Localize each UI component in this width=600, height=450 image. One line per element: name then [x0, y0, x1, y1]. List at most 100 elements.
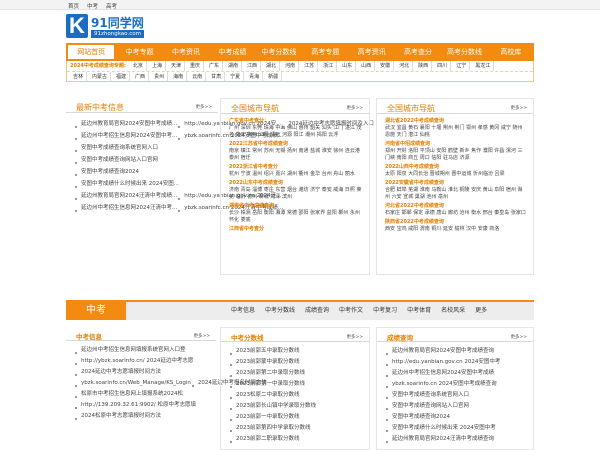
nav-item[interactable]: 高考专题 — [302, 43, 348, 61]
list-item[interactable]: 延边州教育局官网2024安图中考成绩... — [74, 121, 177, 127]
city-group-links[interactable]: 杭州 宁波 温州 绍兴 嘉兴 湖州 衢州 金华 台州 舟山 丽水 — [229, 171, 363, 178]
more-link[interactable]: 更多>> — [195, 104, 212, 110]
city-group-title[interactable]: 2022江苏省中考成绩查询 — [229, 141, 363, 148]
region-link[interactable]: 天津 — [168, 61, 185, 71]
nav-item[interactable]: 高考分数线 — [441, 43, 487, 61]
more-link[interactable]: 更多>> — [346, 105, 363, 111]
region-link[interactable]: 广西 — [132, 72, 150, 81]
city-group-title[interactable]: 河北省2022中考成绩查询 — [385, 203, 527, 210]
list-item[interactable]: 延边州中考招生信息网2024汪清中考... — [74, 205, 177, 211]
region-link[interactable]: 河北 — [396, 61, 414, 71]
nav-item[interactable]: 网站首页 — [67, 44, 116, 60]
list-item[interactable]: 安图中考成绩什么时候出来 2024安图... — [74, 181, 179, 187]
list-item[interactable]: 延边州教育局官网2024汪清中考成绩... — [74, 193, 177, 199]
more-link[interactable]: 更多>> — [193, 333, 210, 339]
region-link[interactable]: 广东 — [206, 61, 223, 71]
city-group-links[interactable]: 石家庄 邯郸 保定 承德 唐山 廊坊 沧州 衡水 邢台 秦皇岛 张家口 — [385, 210, 527, 217]
nav-item[interactable]: 中考专题 — [116, 43, 162, 61]
region-link[interactable]: 山西 — [358, 61, 376, 71]
section-tab[interactable]: 中考体育 — [407, 302, 431, 320]
list-item[interactable]: 2023松原二中录取分数线 — [229, 392, 300, 398]
site-logo[interactable]: K 91同学网 91zhongkao.com — [66, 14, 161, 40]
region-link[interactable]: 福建 — [113, 72, 131, 81]
list-item[interactable]: 延边州中考招生信息网2024安图中考... — [74, 133, 177, 139]
list-item[interactable]: 2023前郭第一中录取分数线 — [229, 381, 305, 387]
region-link[interactable]: 甘肃 — [208, 72, 226, 81]
region-link[interactable]: 黑龙江 — [472, 61, 495, 71]
city-group-links[interactable]: 广州 深圳 东莞 珠海 中山 佛山 惠州 韶关 汕头 江门 湛江 茂名 肇庆 梅… — [229, 125, 363, 139]
section-tab[interactable]: 中考作文 — [339, 302, 363, 320]
section-tab[interactable]: 成绩查询 — [305, 302, 329, 320]
region-link[interactable]: 青海 — [246, 72, 264, 81]
city-group-links[interactable]: 郑州 开封 洛阳 平顶山 安阳 鹤壁 新乡 焦作 濮阳 许昌 漯河 三门峡 南阳… — [385, 148, 527, 162]
city-group-links[interactable]: 南京 镇江 常州 苏州 无锡 扬州 南通 盐城 淮安 徐州 连云港 泰州 宿迁 — [229, 148, 363, 162]
list-item[interactable]: 延边州中考招生信息网2024安图中考成绩 — [385, 370, 494, 376]
city-group-title[interactable]: 湖南省中考成绩查询 — [229, 203, 363, 210]
top-link-zhongkao[interactable]: 中考 — [87, 2, 98, 10]
region-link[interactable]: 安徽 — [377, 61, 395, 71]
city-group-title[interactable]: 湖北省2022中考成绩查询 — [385, 118, 527, 125]
city-group-title[interactable]: 广东省中考查分： — [229, 118, 363, 125]
nav-item[interactable]: 中考成绩 — [209, 43, 255, 61]
list-item[interactable]: 安图中考成绩查询系统官网入口 — [385, 392, 469, 398]
city-group-links[interactable]: 合肥 蚌埠 芜湖 淮南 马鞍山 淮北 铜陵 安庆 黄山 阜阳 宿州 滁州 六安 … — [385, 187, 527, 201]
list-item[interactable]: 松原市中考招生信息网上填报系统2024松 — [74, 391, 183, 397]
list-item[interactable]: http://139.209.32.61:9902/ 松原中考志愿填 — [74, 402, 196, 408]
list-item[interactable]: 安图中考成绩查询网站入口官网 — [385, 403, 469, 409]
city-group-title[interactable]: 2022浙江省中考查分 — [229, 164, 363, 171]
region-link[interactable]: 内蒙古 — [89, 72, 112, 81]
nav-item[interactable]: 高考查分 — [395, 43, 441, 61]
list-item[interactable]: 安图中考成绩什么时候出来 2024安图中考 — [385, 425, 496, 431]
region-link[interactable]: 四川 — [434, 61, 452, 71]
region-link[interactable]: 山东 — [339, 61, 357, 71]
city-group-links[interactable]: 长沙 株洲 岳阳 衡阳 湘潭 常德 邵阳 张家界 益阳 郴州 永州 怀化 娄底 — [229, 210, 363, 224]
region-link[interactable]: 上海 — [149, 61, 166, 71]
list-item[interactable]: 2024松原中考志愿填报时间方法 — [74, 413, 161, 419]
region-link[interactable]: 河南 — [282, 61, 300, 71]
city-group-title[interactable]: 2022山西中考成绩查询 — [385, 164, 527, 171]
city-group-title[interactable]: 河南省中招成绩查询 — [385, 141, 527, 148]
city-group-links[interactable]: 济南 青岛 淄博 枣庄 东营 烟台 潍坊 济宁 泰安 威海 日照 莱芜 临沂 德… — [229, 187, 363, 201]
region-link[interactable]: 江苏 — [301, 61, 319, 71]
city-group-title[interactable]: 2022山东中考成绩查询 — [229, 180, 363, 187]
list-item[interactable]: 2023前郭长山镇中学录取分数线 — [229, 403, 316, 409]
list-item[interactable]: 延边州教育局官网2024汪清中考成绩查询 — [385, 436, 494, 442]
list-item[interactable]: 延边州教育局官网2024安图中考成绩查询 — [385, 348, 494, 354]
list-item[interactable]: 2023前郭二职录取分数线 — [229, 436, 300, 442]
more-link[interactable]: 更多>> — [510, 334, 527, 340]
section-tab[interactable]: 中考信息 — [231, 302, 255, 320]
list-item[interactable]: 2023前郭蒙中录取分数线 — [229, 359, 300, 365]
region-link[interactable]: 海南 — [170, 72, 188, 81]
region-link[interactable]: 湖北 — [263, 61, 281, 71]
region-link[interactable]: 浙江 — [320, 61, 338, 71]
nav-item[interactable]: 中考分数线 — [256, 43, 302, 61]
list-item[interactable]: 2023前郭第二中录取分数线 — [229, 370, 305, 376]
list-item[interactable]: 2023前郭一中录取分数线 — [229, 414, 300, 420]
nav-item[interactable]: 高校库 — [488, 43, 534, 61]
list-item[interactable]: 延边州中考招生信息网填报系统官网入口登 — [74, 347, 186, 353]
region-link[interactable]: 北京 — [130, 61, 147, 71]
city-group-title[interactable]: 2022安徽省中考成绩查询 — [385, 180, 527, 187]
region-link[interactable]: 重庆 — [187, 61, 204, 71]
region-link[interactable]: 吉林 — [70, 72, 88, 81]
region-link[interactable]: 新疆 — [265, 72, 283, 81]
region-link[interactable]: 辽宁 — [453, 61, 471, 71]
nav-item[interactable]: 高考资讯 — [348, 43, 394, 61]
list-item[interactable]: 2023前郭第四中学录取分数线 — [229, 425, 311, 431]
list-item[interactable]: 安图中考成绩查询2024 — [385, 414, 450, 420]
top-link-gaokao[interactable]: 高考 — [106, 2, 117, 10]
list-item[interactable]: ybzk.soarinfo.cn 2024安图中考成绩查询 — [385, 381, 497, 387]
region-link[interactable]: 湖南 — [225, 61, 243, 71]
more-link[interactable]: 更多>> — [346, 334, 363, 340]
section-tab[interactable]: 中考复习 — [373, 302, 397, 320]
list-item[interactable]: ybzk.soarinfo.cn/Web_Manage/KS_Login — [74, 380, 191, 386]
region-link[interactable]: 宁夏 — [227, 72, 245, 81]
city-group-title[interactable]: 江西省中考查分 — [229, 226, 363, 233]
city-group-links[interactable]: 武汉 宜昌 黄石 襄阳 十堰 荆州 荆门 鄂州 孝感 黄冈 咸宁 随州 恩施 天… — [385, 125, 527, 139]
nav-item[interactable]: 中考资讯 — [163, 43, 209, 61]
section-tab[interactable]: 中考分数线 — [265, 302, 295, 320]
list-item[interactable]: 2024延边中考志愿填报时间方法 — [74, 369, 161, 375]
list-item[interactable]: 2023前郭五中录取分数线 — [229, 348, 300, 354]
section-tab[interactable]: 名校风采 — [441, 302, 465, 320]
city-group-links[interactable]: 太原 阳泉 大同长治 晋城朔州 晋中运城 忻州临汾 吕梁 — [385, 171, 527, 178]
